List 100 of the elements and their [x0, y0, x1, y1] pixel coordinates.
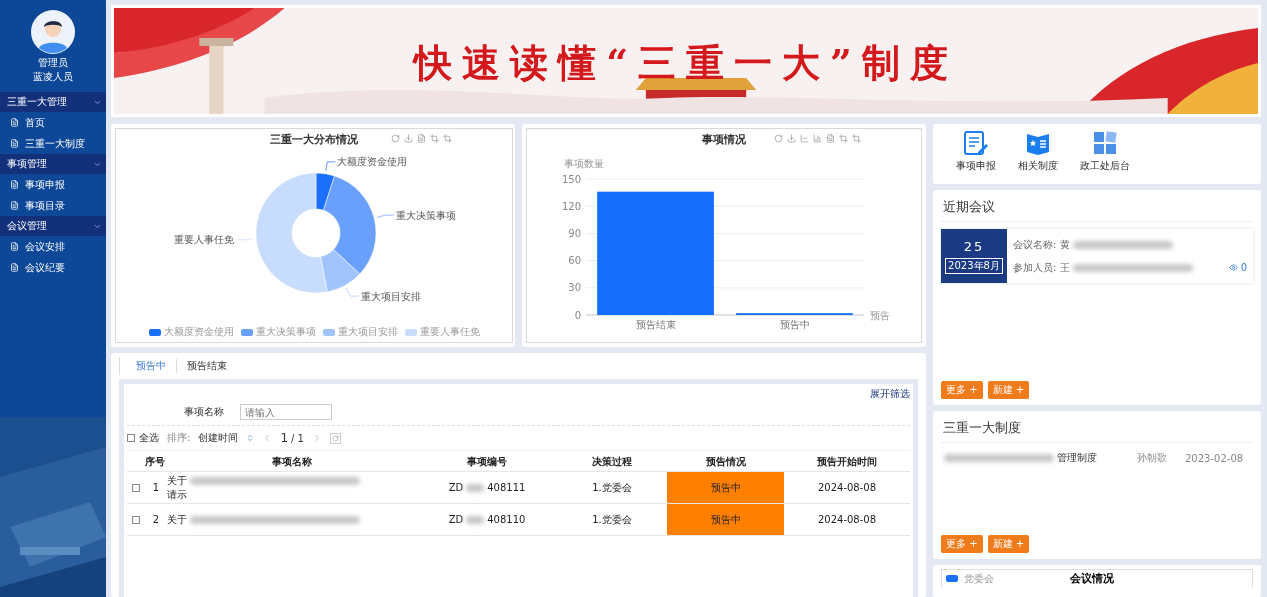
table-cell: 2 [152, 514, 160, 525]
line-chart-icon[interactable] [800, 134, 809, 143]
leader-line [346, 287, 360, 297]
table-cell: 请示 [167, 487, 187, 502]
user-role: 蓝凌人员 [32, 70, 74, 84]
document-pen-icon[interactable] [963, 130, 989, 156]
crop-icon[interactable] [430, 134, 439, 143]
view-count: 0 [1240, 262, 1247, 273]
leader-line [325, 161, 336, 172]
tick-label: 90 [568, 227, 581, 239]
tick-label: 60 [568, 255, 581, 267]
regulation-date: 2023-02-08 [1185, 452, 1244, 464]
regulation-author: 孙朝歌 [1137, 451, 1167, 465]
meeting-name: 会议名称: 黄 [1013, 237, 1070, 252]
shortcut-label[interactable]: 事项申报 [956, 159, 996, 173]
refresh-icon[interactable] [391, 134, 400, 143]
expand-filter-link[interactable]: 展开筛选 [870, 387, 910, 401]
status-label: 预告中 [710, 480, 741, 495]
card-title: 三重一大制度 [941, 417, 1253, 443]
table-cell: 2024-08-08 [817, 482, 877, 493]
data-view-icon[interactable] [417, 134, 426, 143]
meeting-card[interactable]: 25 2023年8月 会议名称: 黄 参加人员: 王 0 [941, 229, 1253, 283]
shortcut-label[interactable]: 相关制度 [1018, 159, 1058, 173]
crop-icon[interactable] [443, 134, 452, 143]
status-label: 预告中 [710, 512, 741, 527]
card-title: 近期会议 [941, 196, 1253, 222]
table-cell: 1.党委会 [592, 480, 632, 495]
eye-icon [1228, 263, 1238, 272]
regulation-title[interactable]: 管理制度 [1057, 451, 1097, 465]
field-label: 事项名称 [184, 405, 224, 419]
blur-mask [466, 515, 485, 524]
document-icon [10, 201, 19, 210]
table-cell: 关于 [167, 473, 187, 488]
tick-label: 0 [574, 309, 581, 321]
slice-label: 重大项目安排 [360, 290, 421, 302]
page-total: / 1 [291, 432, 304, 444]
legend-swatch [946, 575, 958, 582]
menu-group[interactable]: 三重一大管理 [0, 92, 106, 112]
slice-label: 重大决策事项 [395, 209, 456, 221]
avatar [31, 10, 75, 54]
table-cell: 1.党委会 [592, 512, 632, 527]
checkbox-label: 全选 [139, 431, 159, 445]
column-header: 事项名称 [167, 451, 417, 472]
date-month: 2023年8月 [945, 257, 1003, 274]
crop-icon[interactable] [852, 134, 861, 143]
meeting-people: 参加人员: 王 [1013, 260, 1070, 275]
slice-label: 大额度资金使用 [337, 156, 408, 168]
legend-label: 党委会 [964, 571, 994, 586]
tick-label: 30 [568, 282, 581, 294]
tick-label: 120 [561, 200, 581, 212]
user-name: 管理员 [37, 56, 69, 70]
table-cell: 1 [152, 482, 160, 493]
refresh-icon[interactable] [329, 432, 341, 444]
sort-dropdown[interactable]: 创建时间 [198, 431, 239, 445]
checkbox[interactable] [127, 434, 135, 442]
shortcut-label[interactable]: 政工处后台 [1080, 159, 1130, 173]
table-cell: ZD [448, 514, 464, 525]
checkbox[interactable] [132, 483, 140, 492]
slice-label: 重要人事任免 [174, 234, 235, 246]
download-icon[interactable] [404, 134, 413, 143]
axis-title: 预告 [870, 310, 890, 321]
category-label: 预告结束 [635, 319, 676, 330]
menu-item[interactable]: 事项申报 [0, 174, 106, 195]
menu-group[interactable]: 事项管理 [0, 154, 106, 174]
table-cell: ZD [448, 482, 464, 493]
menu-item[interactable]: 会议安排 [0, 236, 106, 257]
data-view-icon[interactable] [826, 134, 835, 143]
refresh-icon[interactable] [774, 134, 783, 143]
banner-title: 快速读懂“三重一大”制度 [411, 39, 959, 87]
column-header: 决策过程 [557, 451, 667, 472]
input-field[interactable]: 请输入 [240, 404, 332, 420]
chart-title: 会议情况 [1070, 571, 1114, 586]
bar-chart-icon[interactable] [813, 134, 822, 143]
menu-group[interactable]: 会议管理 [0, 216, 106, 236]
menu-item[interactable]: 三重一大制度 [0, 133, 106, 154]
document-icon [10, 180, 19, 189]
axis-title: 事项数量 [564, 158, 604, 169]
checkbox[interactable] [132, 515, 140, 524]
menu-item[interactable]: 事项目录 [0, 195, 106, 216]
crop-icon[interactable] [839, 134, 848, 143]
menu-item[interactable]: 首页 [0, 112, 106, 133]
download-icon[interactable] [787, 134, 796, 143]
document-icon [10, 139, 19, 148]
tick-label: 150 [561, 173, 581, 185]
column-header: 预告开始时间 [784, 451, 910, 472]
document-icon [10, 118, 19, 127]
tab[interactable]: 预告中 [126, 359, 177, 373]
table-cell: 408111 [487, 482, 526, 493]
menu-item[interactable]: 会议纪要 [0, 257, 106, 278]
page-number: 1 [280, 431, 288, 445]
sort-label: 排序: [167, 431, 191, 445]
column-header: 序号 [145, 451, 167, 472]
tab[interactable]: 预告结束 [177, 359, 237, 373]
category-label: 预告中 [779, 319, 810, 330]
table-cell: 关于 [167, 512, 187, 527]
document-icon [10, 263, 19, 272]
column-header: 事项编号 [417, 451, 557, 472]
tiles-icon[interactable] [1092, 130, 1118, 156]
table-cell: 2024-08-08 [817, 514, 877, 525]
leader-line [376, 214, 395, 218]
